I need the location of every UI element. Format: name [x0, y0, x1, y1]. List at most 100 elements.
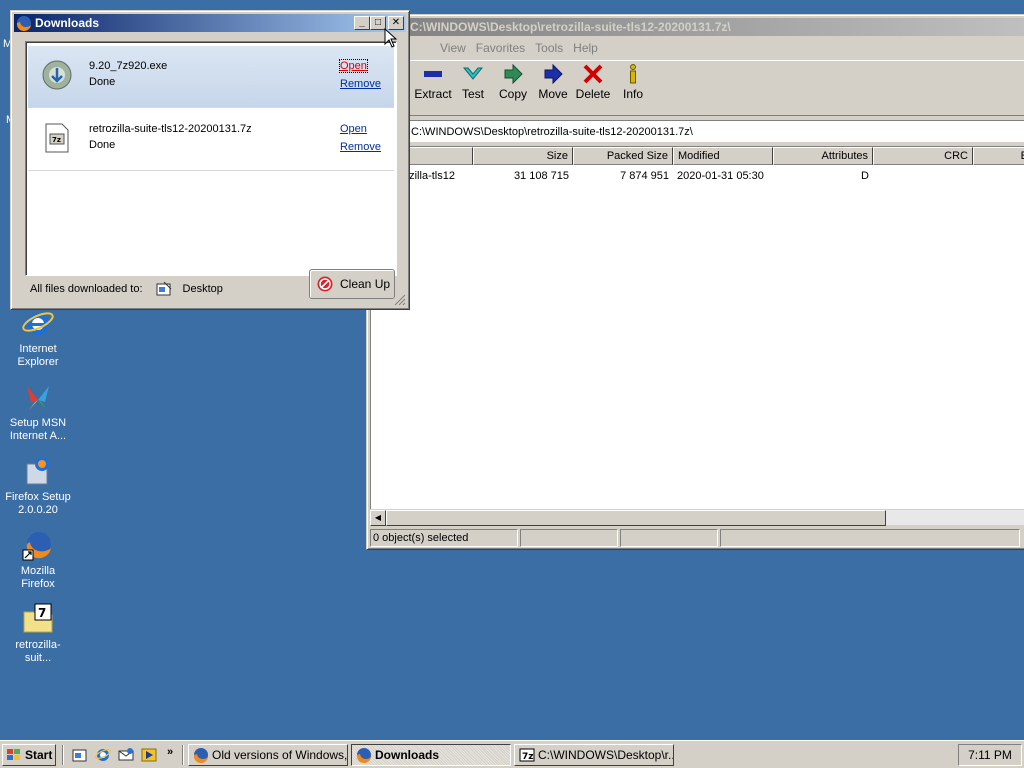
- task-label: Old versions of Windows, ...: [212, 748, 348, 762]
- desktop-icon-mozilla-firefox[interactable]: Mozilla Firefox: [1, 528, 75, 591]
- open-link[interactable]: Open: [340, 123, 367, 135]
- row-packed-size: 7 874 951: [620, 170, 669, 182]
- remove-link[interactable]: Remove: [340, 141, 381, 153]
- column-packed-size[interactable]: Packed Size: [573, 147, 673, 165]
- firefox-icon: [193, 747, 209, 763]
- desktop-icon-internet-explorer[interactable]: Internet Explorer: [1, 306, 75, 369]
- address-text: C:\WINDOWS\Desktop\retrozilla-suite-tls1…: [411, 125, 693, 138]
- info-label: Info: [622, 87, 643, 101]
- task-label: Downloads: [375, 748, 440, 762]
- menu-view[interactable]: View: [440, 41, 466, 55]
- table-row[interactable]: ozilla-tls12 31 108 715 7 874 951 2020-0…: [371, 168, 1024, 184]
- desktop-icon-retrozilla-archive[interactable]: 7 retrozilla-suit...: [1, 602, 75, 665]
- download-filename: 9.20_7z920.exe: [89, 60, 168, 72]
- task-button-downloads[interactable]: Downloads: [351, 744, 511, 766]
- task-button-old-versions-windows[interactable]: Old versions of Windows, ...: [188, 744, 348, 766]
- status-pane: [520, 529, 618, 547]
- show-desktop-icon[interactable]: [72, 747, 88, 763]
- menu-favorites[interactable]: Favorites: [476, 41, 525, 55]
- task-button-7zip[interactable]: 7z C:\WINDOWS\Desktop\r...: [514, 744, 674, 766]
- desktop-icon-label: Mozilla Firefox: [20, 565, 56, 590]
- clean-up-button[interactable]: Clean Up: [309, 269, 395, 299]
- taskbar-separator: [182, 745, 184, 765]
- downloads-titlebar[interactable]: Downloads _ □ ✕: [14, 14, 406, 32]
- no-entry-icon: [316, 275, 334, 293]
- msn-butterfly-icon: [21, 380, 55, 414]
- move-arrow-icon: [542, 63, 564, 85]
- copy-button[interactable]: Copy: [493, 63, 533, 101]
- scrollbar-thumb[interactable]: [386, 510, 886, 526]
- column-crc[interactable]: CRC: [873, 147, 973, 165]
- desktop-icon-firefox-setup[interactable]: Firefox Setup 2.0.0.20: [1, 454, 75, 517]
- delete-button[interactable]: Delete: [573, 63, 613, 101]
- svg-text:7z: 7z: [52, 136, 61, 144]
- horizontal-scrollbar[interactable]: ◀: [370, 509, 1024, 526]
- test-label: Test: [461, 87, 484, 101]
- list-header: Size Packed Size Modified Attributes CRC…: [371, 147, 1024, 165]
- row-size: 31 108 715: [513, 170, 569, 182]
- firefox-icon: [21, 528, 55, 562]
- info-button[interactable]: Info: [613, 63, 653, 101]
- downloads-window-title: Downloads: [35, 16, 100, 30]
- taskbar: Start » Old versions of Windows, ... Dow…: [0, 740, 1024, 768]
- column-modified[interactable]: Modified: [673, 147, 773, 165]
- status-pane: [720, 529, 1020, 547]
- column-extra[interactable]: E: [973, 147, 1024, 165]
- info-icon: [622, 63, 644, 85]
- download-status: Done: [89, 76, 116, 88]
- maximize-icon: □: [374, 17, 382, 28]
- status-bar: 0 object(s) selected: [370, 529, 1024, 547]
- clock[interactable]: 7:11 PM: [968, 748, 1012, 762]
- 7zip-titlebar[interactable]: C:\WINDOWS\Desktop\retrozilla-suite-tls1…: [370, 18, 1024, 36]
- download-filename: retrozilla-suite-tls12-20200131.7z: [89, 123, 252, 135]
- status-pane: [620, 529, 718, 547]
- quicklaunch-more-chevron-icon[interactable]: »: [167, 746, 173, 758]
- media-player-icon[interactable]: [141, 747, 157, 763]
- internet-explorer-quicklaunch-icon[interactable]: [95, 747, 111, 763]
- downloads-window: Downloads _ □ ✕ 9.20_7z920.exe Done Open…: [10, 10, 410, 310]
- extract-button[interactable]: Extract: [413, 63, 453, 101]
- desktop-icon-setup-msn[interactable]: Setup MSN Internet A...: [1, 380, 75, 443]
- extract-label: Extract: [414, 87, 452, 101]
- downloads-list: 9.20_7z920.exe Done Open Remove 7z retro…: [25, 41, 397, 276]
- address-bar[interactable]: C:\WINDOWS\Desktop\retrozilla-suite-tls1…: [370, 120, 1024, 142]
- delete-x-icon: [582, 63, 604, 85]
- clean-up-label: Clean Up: [340, 277, 391, 291]
- status-selection: 0 object(s) selected: [370, 529, 518, 547]
- minimize-icon: _: [359, 17, 365, 28]
- download-status: Done: [89, 139, 116, 151]
- copy-arrow-icon: [502, 63, 524, 85]
- desktop-icon-label: Firefox Setup 2.0.0.20: [5, 491, 71, 516]
- test-button[interactable]: Test: [453, 63, 493, 101]
- internet-explorer-icon: [21, 306, 55, 340]
- download-item-retrozilla[interactable]: 7z retrozilla-suite-tls12-20200131.7z Do…: [28, 109, 394, 171]
- outlook-express-icon[interactable]: [118, 747, 134, 763]
- extract-icon: [422, 63, 444, 85]
- windows-logo-icon: [6, 748, 22, 762]
- remove-link[interactable]: Remove: [340, 78, 381, 90]
- desktop-icon-label: Internet Explorer: [17, 343, 59, 368]
- menu-tools[interactable]: Tools: [535, 41, 563, 55]
- 7z-file-icon: 7z: [40, 121, 74, 155]
- move-button[interactable]: Move: [533, 63, 573, 101]
- scroll-left-arrow-icon[interactable]: ◀: [370, 510, 386, 526]
- desktop-folder-icon[interactable]: [155, 280, 173, 298]
- archive-file-list: Size Packed Size Modified Attributes CRC…: [370, 146, 1024, 524]
- 7zip-window-title: C:\WINDOWS\Desktop\retrozilla-suite-tls1…: [410, 20, 731, 34]
- open-link[interactable]: Open: [339, 59, 368, 73]
- resize-grip-icon[interactable]: [394, 294, 406, 306]
- svg-text:7z: 7z: [522, 752, 534, 762]
- column-size[interactable]: Size: [473, 147, 573, 165]
- column-attributes[interactable]: Attributes: [773, 147, 873, 165]
- download-item-7z920[interactable]: 9.20_7z920.exe Done Open Remove: [28, 46, 394, 108]
- 7zip-app-icon: 7z: [519, 747, 535, 763]
- menu-help[interactable]: Help: [573, 41, 598, 55]
- task-label: C:\WINDOWS\Desktop\r...: [538, 748, 674, 762]
- minimize-button[interactable]: _: [354, 16, 370, 30]
- download-location[interactable]: Desktop: [183, 283, 223, 295]
- firefox-icon: [356, 747, 372, 763]
- 7zip-window: C:\WINDOWS\Desktop\retrozilla-suite-tls1…: [366, 14, 1024, 550]
- desktop-icon-label: Setup MSN Internet A...: [9, 417, 67, 442]
- start-button[interactable]: Start: [2, 744, 56, 766]
- delete-label: Delete: [575, 87, 611, 101]
